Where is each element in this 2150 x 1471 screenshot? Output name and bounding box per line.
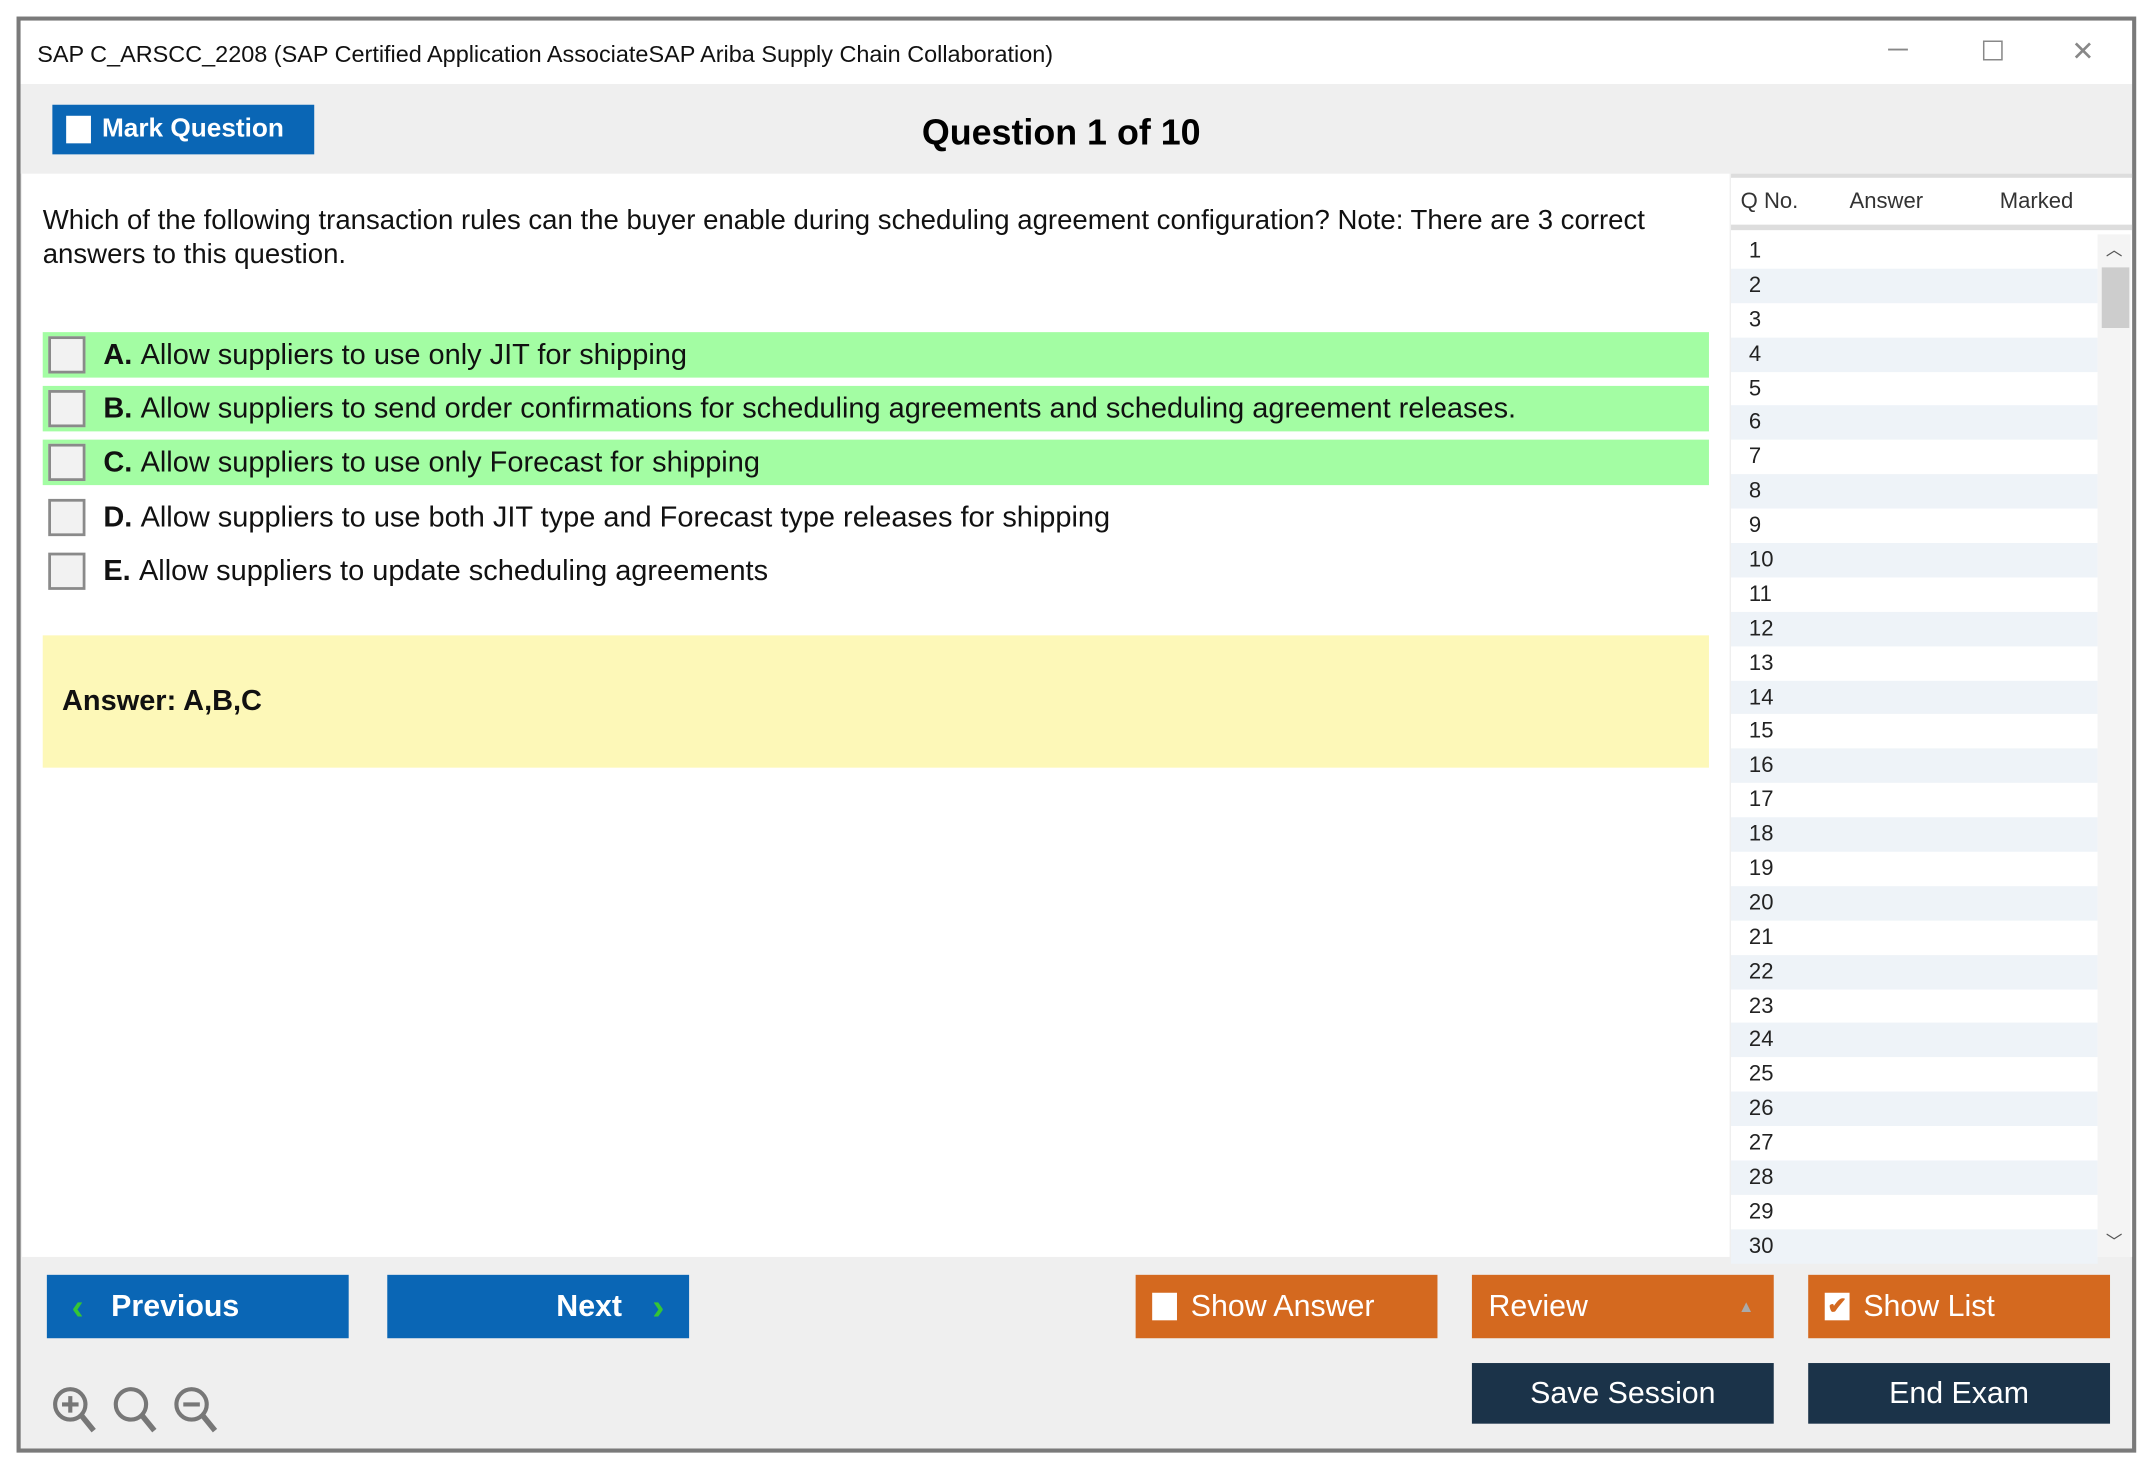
option-letter: C.	[103, 445, 133, 478]
list-row[interactable]: 20	[1731, 886, 2098, 921]
list-row[interactable]: 16	[1731, 748, 2098, 784]
zoom-in-icon[interactable]	[51, 1385, 98, 1435]
close-icon[interactable]: ✕	[2071, 34, 2094, 68]
option-e[interactable]: E. Allow suppliers to update scheduling a…	[43, 549, 1709, 594]
option-checkbox[interactable]	[48, 552, 86, 590]
chevron-left-icon: ‹	[71, 1285, 84, 1327]
list-row[interactable]: 17	[1731, 783, 2098, 817]
show-list-label: Show List	[1863, 1288, 1995, 1324]
option-text: Allow suppliers to update scheduling agr…	[138, 554, 769, 587]
next-button[interactable]: Next ›	[387, 1274, 690, 1339]
save-session-button[interactable]: Save Session	[1471, 1363, 1774, 1424]
option-letter: D.	[103, 500, 133, 533]
list-row[interactable]: 30	[1731, 1229, 2098, 1264]
option-checkbox[interactable]	[48, 390, 86, 428]
chevron-right-icon: ›	[652, 1285, 665, 1327]
maximize-icon[interactable]: ☐	[1980, 34, 2005, 68]
list-row[interactable]: 19	[1731, 852, 2098, 886]
zoom-reset-icon[interactable]	[112, 1385, 159, 1435]
review-dropdown[interactable]: Review ▲	[1471, 1274, 1774, 1339]
option-b[interactable]: B. Allow suppliers to send order confirma…	[42, 385, 1709, 432]
review-label: Review	[1488, 1288, 1588, 1324]
checkbox-icon	[1152, 1292, 1177, 1321]
list-row[interactable]: 5	[1731, 372, 2098, 406]
minimize-icon[interactable]: ─	[1888, 34, 1908, 66]
list-row[interactable]: 22	[1731, 954, 2098, 989]
list-row[interactable]: 23	[1731, 989, 2098, 1023]
show-list-button[interactable]: ✔ Show List	[1808, 1274, 2111, 1339]
list-row[interactable]: 6	[1731, 405, 2098, 441]
next-label: Next	[556, 1288, 623, 1324]
question-text: Which of the following transaction rules…	[42, 205, 1645, 271]
list-row[interactable]: 21	[1731, 920, 2098, 954]
list-row[interactable]: 12	[1731, 611, 2098, 646]
list-row[interactable]: 9	[1731, 509, 2098, 543]
question-area: Which of the following transaction rules…	[22, 173, 1730, 1257]
option-c[interactable]: C. Allow suppliers to use only Forecast f…	[42, 439, 1709, 486]
option-checkbox[interactable]	[48, 443, 86, 481]
list-row[interactable]: 7	[1731, 440, 2098, 474]
list-row[interactable]: 13	[1731, 646, 2098, 680]
show-answer-button[interactable]: Show Answer	[1135, 1274, 1438, 1339]
list-row[interactable]: 28	[1731, 1160, 2098, 1195]
list-row[interactable]: 3	[1731, 303, 2098, 337]
zoom-out-icon[interactable]	[172, 1385, 219, 1435]
list-row[interactable]: 4	[1731, 337, 2098, 372]
show-answer-label: Show Answer	[1190, 1288, 1375, 1324]
list-row[interactable]: 26	[1731, 1091, 2098, 1127]
option-text: Allow suppliers to use both JIT type and…	[140, 500, 1111, 533]
answer-box: Answer: A,B,C	[42, 635, 1709, 768]
list-row[interactable]: 29	[1731, 1195, 2098, 1229]
column-answer[interactable]: Answer	[1850, 190, 1924, 215]
option-text: Allow suppliers to use only Forecast for…	[140, 445, 760, 478]
option-a[interactable]: A. Allow suppliers to use only JIT for sh…	[42, 332, 1709, 378]
list-row[interactable]: 1	[1731, 234, 2098, 268]
end-exam-button[interactable]: End Exam	[1808, 1363, 2111, 1424]
list-header: Q No. Answer Marked	[1731, 178, 2133, 231]
scrollbar-thumb[interactable]	[2101, 267, 2130, 329]
list-row[interactable]: 2	[1731, 268, 2098, 303]
list-row[interactable]: 15	[1731, 715, 2098, 749]
list-row[interactable]: 24	[1731, 1023, 2098, 1058]
list-row[interactable]: 25	[1731, 1058, 2098, 1092]
list-row[interactable]: 14	[1731, 680, 2098, 715]
option-text: Allow suppliers to use only JIT for ship…	[140, 338, 688, 371]
column-marked[interactable]: Marked	[2000, 190, 2074, 215]
caret-up-icon: ▲	[1738, 1296, 1755, 1317]
checkbox-checked-icon: ✔	[1824, 1292, 1850, 1321]
scroll-up-icon[interactable]: ︿	[2106, 237, 2123, 260]
option-checkbox[interactable]	[48, 498, 86, 537]
list-row[interactable]: 10	[1731, 543, 2098, 578]
option-checkbox[interactable]	[48, 336, 86, 374]
list-row[interactable]: 11	[1731, 577, 2098, 611]
window-title: SAP C_ARSCC_2208 (SAP Certified Applicat…	[37, 41, 1054, 68]
option-letter: B.	[103, 392, 133, 424]
question-title: Question 1 of 10	[921, 111, 1201, 153]
option-letter: A.	[103, 338, 133, 371]
question-list: 1 2 3 4 5 6 7 8 9 10 11 12 13 14 15 16 17 18 19 20 21 22 23 24 2…	[1731, 234, 2098, 1264]
title-bar: SAP C_ARSCC_2208 (SAP Certified Applicat…	[20, 20, 2133, 85]
column-qno[interactable]: Q No.	[1741, 190, 1799, 215]
scrollbar[interactable]: ︿ ﹀	[2097, 234, 2131, 1257]
option-d[interactable]: D. Allow suppliers to use both JIT type a…	[43, 495, 1709, 540]
previous-button[interactable]: ‹ Previous	[46, 1274, 349, 1339]
previous-label: Previous	[111, 1288, 240, 1324]
question-list-panel: Q No. Answer Marked 1 2 3 4 5 6 7 8 9 10 11 12 13 14 1…	[1731, 173, 2133, 1264]
header: Mark Question Question 1 of 10	[20, 84, 2133, 174]
option-text: Allow suppliers to send order confirmati…	[140, 392, 1517, 424]
list-row[interactable]: 8	[1731, 474, 2098, 509]
list-row[interactable]: 27	[1731, 1126, 2098, 1160]
list-row[interactable]: 18	[1731, 817, 2098, 852]
option-letter: E.	[103, 554, 131, 587]
scroll-down-icon[interactable]: ﹀	[2106, 1229, 2123, 1252]
app-window: SAP C_ARSCC_2208 (SAP Certified Applicat…	[16, 16, 2137, 1453]
